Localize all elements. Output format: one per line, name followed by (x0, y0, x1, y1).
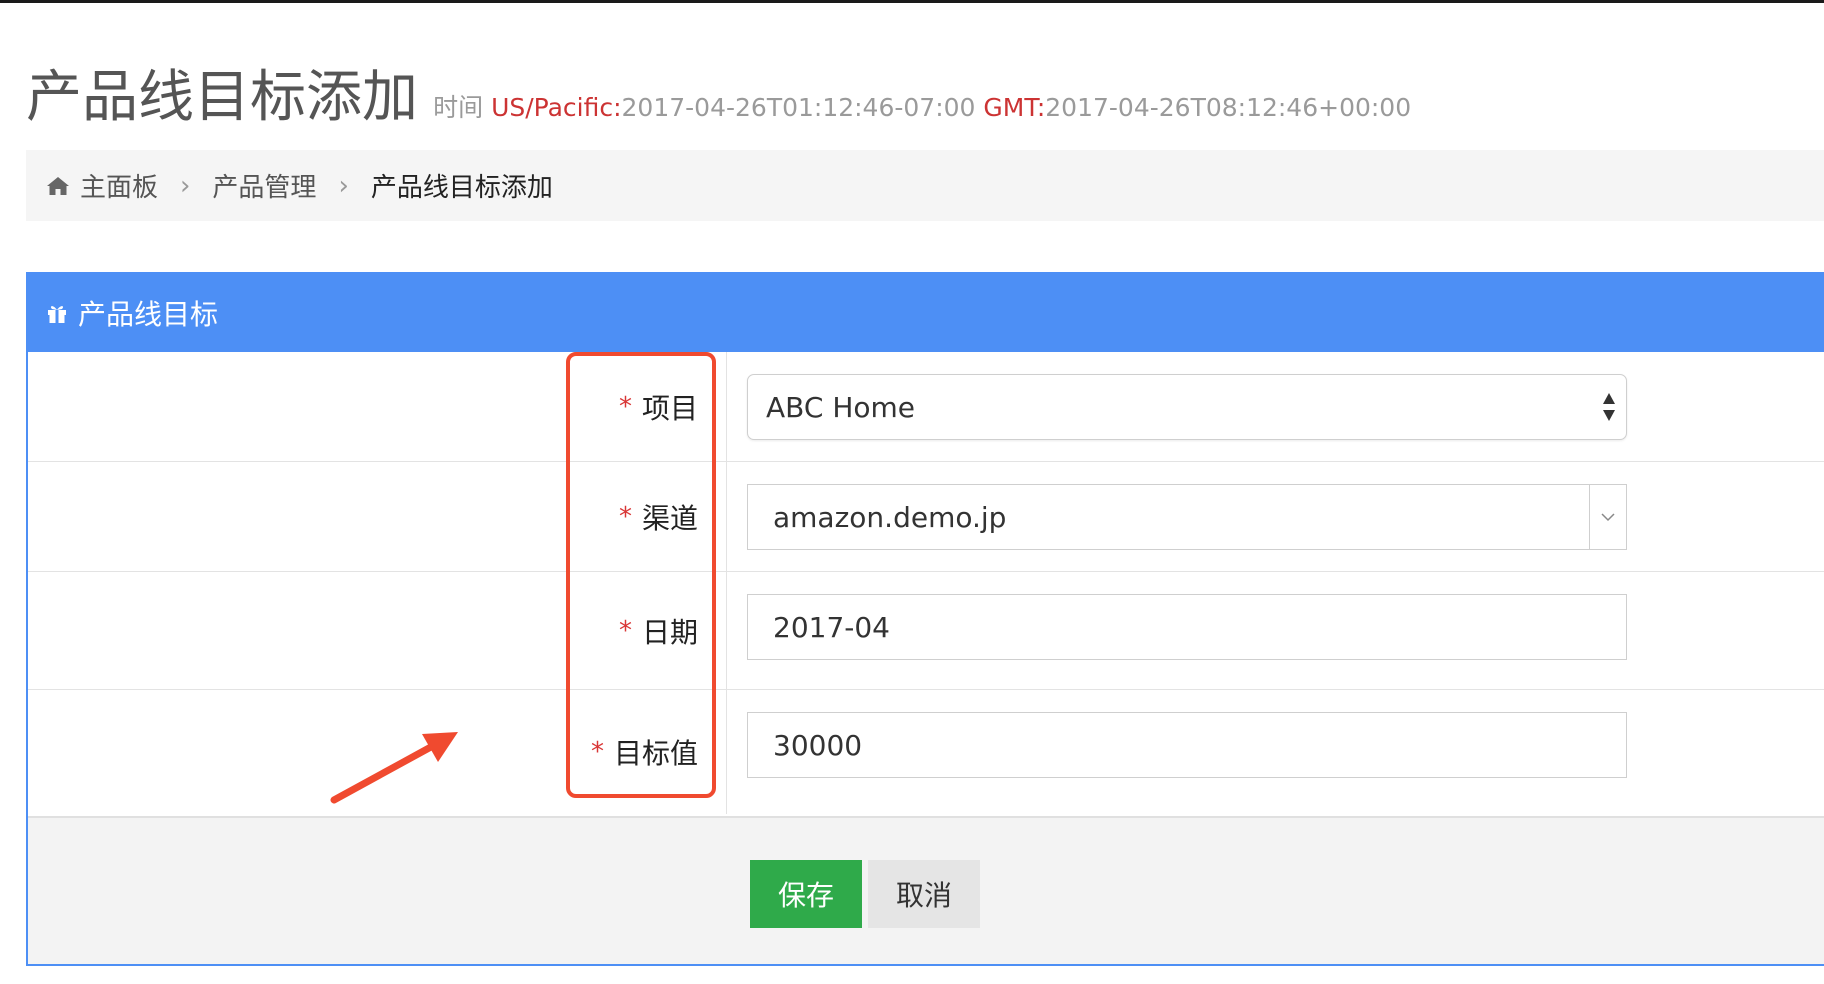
page-title: 产品线目标添加 (26, 65, 418, 130)
panel-title: 产品线目标 (78, 298, 219, 331)
date-input-value: 2017-04 (773, 610, 890, 644)
annotation-arrow-icon (330, 732, 458, 804)
timezone-gmt-value: 2017-04-26T08:12:46+00:00 (1045, 93, 1412, 122)
project-value-cell: ABC Home (726, 352, 1824, 461)
project-select-value: ABC Home (766, 390, 916, 424)
target-value-cell: 30000 (726, 690, 1824, 814)
breadcrumb-separator-icon: › (338, 170, 349, 201)
form-row-target-value: * 目标值 30000 (28, 690, 1824, 814)
cancel-button[interactable]: 取消 (868, 860, 980, 928)
save-button[interactable]: 保存 (750, 860, 862, 928)
form-actions: 保存 取消 (28, 816, 1824, 964)
target-value-input[interactable]: 30000 (747, 712, 1627, 778)
product-line-target-panel: 产品线目标 * 项目 ABC Home * 渠道 amazon.demo.jp … (26, 272, 1824, 966)
channel-select[interactable]: amazon.demo.jp (747, 484, 1627, 550)
home-icon (46, 176, 70, 196)
form-row-project: * 项目 ABC Home (28, 352, 1824, 462)
chevron-down-icon[interactable] (1589, 485, 1626, 549)
window-top-border (0, 0, 1824, 3)
updown-arrows-icon (1602, 391, 1616, 423)
date-value-cell: 2017-04 (726, 572, 1824, 689)
breadcrumb-item-dashboard[interactable]: 主面板 (80, 167, 158, 204)
time-label: 时间 (433, 93, 484, 122)
server-time: 时间 US/Pacific:2017-04-26T01:12:46-07:00 … (433, 93, 1411, 122)
panel-heading: 产品线目标 (28, 274, 1824, 352)
breadcrumb-item-product-management[interactable]: 产品管理 (212, 167, 316, 204)
breadcrumb-separator-icon: › (180, 170, 191, 201)
timezone-gmt-label: GMT: (983, 93, 1046, 122)
form-row-date: * 日期 2017-04 (28, 572, 1824, 690)
project-select[interactable]: ABC Home (747, 374, 1627, 440)
timezone-pacific-label: US/Pacific: (491, 93, 622, 122)
breadcrumb-item-current: 产品线目标添加 (370, 173, 553, 203)
annotation-highlight-box (566, 352, 716, 798)
page-header: 产品线目标添加 时间 US/Pacific:2017-04-26T01:12:4… (26, 52, 1411, 133)
date-input[interactable]: 2017-04 (747, 594, 1627, 660)
timezone-pacific-value: 2017-04-26T01:12:46-07:00 (621, 93, 976, 122)
channel-select-value: amazon.demo.jp (773, 500, 1007, 534)
gift-icon (46, 302, 68, 324)
target-value-input-value: 30000 (773, 728, 863, 762)
breadcrumb: 主面板 › 产品管理 › 产品线目标添加 (26, 150, 1824, 221)
channel-value-cell: amazon.demo.jp (726, 462, 1824, 571)
form-row-channel: * 渠道 amazon.demo.jp (28, 462, 1824, 572)
